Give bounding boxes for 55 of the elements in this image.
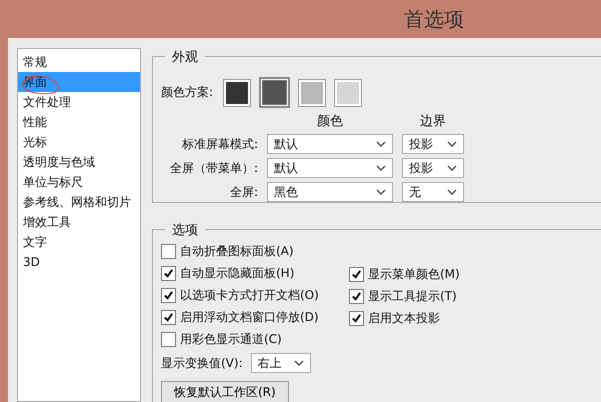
sidebar-item[interactable]: 光标 xyxy=(18,132,140,152)
chevron-icon xyxy=(376,141,386,147)
group-title: 选项 xyxy=(165,221,205,239)
checkbox[interactable] xyxy=(161,310,176,324)
checkbox[interactable] xyxy=(349,310,364,326)
checkbox[interactable] xyxy=(161,266,176,280)
checkbox-row[interactable]: 以选项卡方式打开文档(O) xyxy=(161,286,349,304)
checkbox[interactable] xyxy=(161,332,176,346)
chevron-icon xyxy=(447,165,457,171)
checkbox-row[interactable]: 启用浮动文档窗口停放(D) xyxy=(161,308,349,326)
color-swatch[interactable] xyxy=(223,78,252,106)
color-dropdown[interactable]: 默认 xyxy=(267,134,393,154)
sidebar-item[interactable]: 参考线、网格和切片 xyxy=(18,192,140,212)
chevron-icon xyxy=(376,165,386,171)
checkbox-row[interactable]: 显示菜单颜色(M) xyxy=(349,265,537,283)
checkbox-row[interactable]: 自动显示隐藏面板(H) xyxy=(161,264,349,282)
checkbox[interactable] xyxy=(161,244,176,258)
transform-label: 显示变换值(V): xyxy=(161,354,243,372)
checkbox[interactable] xyxy=(161,288,176,302)
column-header: 边界 xyxy=(419,113,447,130)
row-label: 标准屏幕模式: xyxy=(180,136,258,152)
sidebar-item[interactable]: 文件处理 xyxy=(18,92,140,112)
sidebar-item[interactable]: 3D xyxy=(18,252,140,272)
chevron-icon xyxy=(447,141,457,147)
checkbox-row[interactable]: 用彩色显示通道(C) xyxy=(161,330,349,348)
reset-workspace-button[interactable]: 恢复默认工作区(R) xyxy=(161,381,289,402)
color-swatch[interactable] xyxy=(298,78,326,106)
color-swatch[interactable] xyxy=(259,77,290,108)
color-dropdown[interactable]: 黑色 xyxy=(267,182,393,202)
sidebar-item[interactable]: 文字 xyxy=(18,232,140,252)
checkbox-row[interactable]: 自动折叠图标面板(A) xyxy=(161,242,349,260)
checkbox[interactable] xyxy=(349,266,364,282)
sidebar-item[interactable]: 常规 xyxy=(18,52,140,72)
scheme-label: 颜色方案: xyxy=(161,84,214,101)
group-title: 外观 xyxy=(165,48,205,66)
row-label: 全屏: xyxy=(228,184,258,200)
border-dropdown[interactable]: 投影 xyxy=(402,158,464,178)
checkbox-row[interactable]: 显示工具提示(T) xyxy=(349,287,537,305)
chevron-icon xyxy=(447,189,457,195)
border-dropdown[interactable]: 无 xyxy=(402,182,464,202)
window-title: 首选项 xyxy=(404,6,464,32)
transform-dropdown[interactable]: 右上 xyxy=(250,353,311,373)
chevron-icon xyxy=(376,189,386,195)
sidebar-item[interactable]: 透明度与色域 xyxy=(18,152,140,172)
color-swatch[interactable] xyxy=(334,78,362,106)
sidebar-item[interactable]: 性能 xyxy=(18,112,140,132)
row-label: 全屏（带菜单）: xyxy=(168,160,258,176)
sidebar-item[interactable]: 增效工具 xyxy=(18,212,140,232)
column-header: 颜色 xyxy=(316,113,344,130)
chevron-icon xyxy=(294,360,304,366)
color-dropdown[interactable]: 默认 xyxy=(267,158,393,178)
checkbox[interactable] xyxy=(349,288,364,304)
border-dropdown[interactable]: 投影 xyxy=(402,134,464,154)
checkbox-row[interactable]: 启用文本投影 xyxy=(349,309,537,327)
sidebar-item[interactable]: 单位与标尺 xyxy=(18,172,140,192)
